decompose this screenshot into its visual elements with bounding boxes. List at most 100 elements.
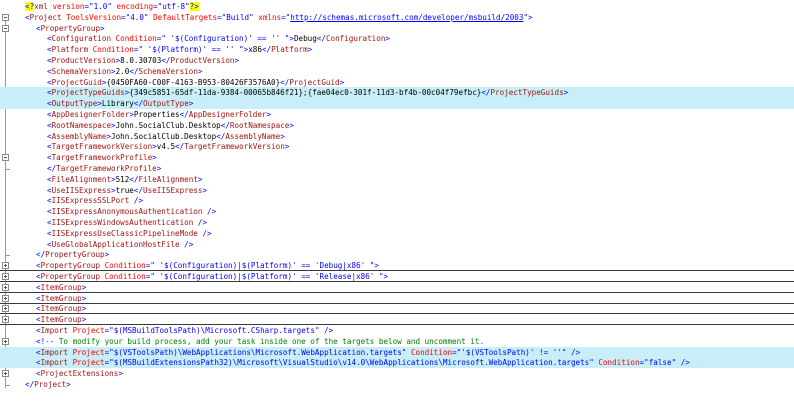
code-line-text: <AppDesignerFolder>Properties</AppDesign…: [47, 109, 271, 120]
token-tag: xml: [34, 2, 53, 11]
token-bracket: ": [143, 12, 154, 22]
code-line[interactable]: <IISExpressAnonymousAuthentication />: [0, 206, 794, 217]
token-bracket: >: [385, 34, 390, 44]
code-line[interactable]: <SchemaVersion>2.0</SchemaVersion>: [0, 66, 794, 77]
token-bracket: ": [107, 2, 117, 11]
token-link[interactable]: http://schemas.microsoft.com/developer/m…: [290, 13, 523, 22]
token-bracket: </: [133, 185, 144, 195]
token-bracket: ">: [369, 261, 379, 271]
token-tag: IISExpressAnonymousAuthentication: [51, 207, 208, 217]
xml-code-editor[interactable]: <?xml version="1.0" encoding="utf-8"?> <P…: [0, 0, 794, 413]
code-line[interactable]: <Platform Condition=" '$(Platform)' == '…: [0, 44, 794, 55]
token-bracket: </: [220, 120, 230, 130]
code-line[interactable]: <ItemGroup>: [0, 293, 794, 304]
token-tag: OutputType: [143, 99, 189, 109]
code-line-text: <PropertyGroup Condition=" '$(Configurat…: [36, 260, 379, 271]
token-bracket: =": [452, 347, 462, 357]
token-bracket: />: [184, 239, 194, 249]
token-bracket: </: [25, 380, 35, 389]
code-line[interactable]: <UseGlobalApplicationHostFile />: [0, 239, 794, 250]
token-bracket: =": [217, 12, 227, 22]
code-line[interactable]: <FileAlignment>512</FileAlignment>: [0, 174, 794, 185]
token-tag: IISExpressUseClassicPipelineMode: [51, 228, 203, 238]
token-val: $(MSBuildExtensionsPath32)\Microsoft\Vis…: [113, 358, 590, 368]
code-line[interactable]: <PropertyGroup Condition=" '$(Configurat…: [0, 260, 794, 272]
token-attr: Condition: [598, 358, 640, 368]
code-line[interactable]: <PropertyGroup>: [0, 23, 794, 34]
token-attr: Condition: [115, 34, 157, 44]
token-tag: ItemGroup: [40, 282, 82, 292]
token-bracket: >: [289, 120, 294, 130]
code-line[interactable]: <ItemGroup>: [0, 282, 794, 293]
token-pi: ?>: [189, 2, 199, 11]
code-line[interactable]: <Configuration Condition=" '$(Configurat…: [0, 33, 794, 44]
token-bracket: =": [145, 261, 155, 271]
token-bracket: </: [481, 88, 491, 98]
code-line[interactable]: <ProjectTypeGuids>{349c5851-65df-11da-93…: [0, 87, 794, 99]
code-line[interactable]: </TargetFrameworkProfile>: [0, 163, 794, 174]
code-line[interactable]: <AssemblyName>John.SocialClub.Desktop</A…: [0, 131, 794, 142]
token-bracket: ">: [284, 34, 294, 44]
code-line-text: </Project>: [25, 379, 71, 390]
token-val: '$(Configuration)|$(Platform)' == 'Debug…: [154, 261, 370, 271]
token-bracket: =": [84, 2, 94, 11]
code-line[interactable]: <AppDesignerFolder>Properties</AppDesign…: [0, 109, 794, 120]
code-line-text: <?xml version="1.0" encoding="utf-8"?>: [25, 1, 199, 12]
code-line[interactable]: </PropertyGroup>: [0, 249, 794, 260]
token-attr: DefaultTargets: [153, 12, 218, 22]
token-tag: ProductVersion: [170, 56, 235, 65]
token-bracket: " />: [561, 347, 581, 357]
token-bracket: ": [249, 12, 259, 22]
code-line-text: <Import Project="$(MSBuildToolsPath)\Mic…: [36, 325, 333, 336]
token-text: 8.0.30703: [120, 56, 162, 65]
code-line[interactable]: <?xml version="1.0" encoding="utf-8"?>: [0, 1, 794, 12]
code-line-text: <UseGlobalApplicationHostFile />: [47, 239, 193, 250]
code-line[interactable]: <PropertyGroup Condition=" '$(Configurat…: [0, 271, 794, 282]
token-tag: AppDesignerFolder: [51, 110, 130, 119]
token-bracket: =": [104, 347, 114, 357]
token-bracket: >: [100, 23, 105, 33]
token-bracket: >: [156, 164, 162, 173]
token-tag: TargetFrameworkProfile: [51, 153, 153, 163]
code-line[interactable]: <Project ToolsVersion="4.0" DefaultTarge…: [0, 12, 794, 23]
code-line[interactable]: <Import Project="$(MSBuildToolsPath)\Mic…: [0, 325, 794, 336]
code-line[interactable]: <ProductVersion>8.0.30703</ProductVersio…: [0, 55, 794, 66]
token-bracket: =": [153, 2, 163, 11]
code-line[interactable]: <IISExpressWindowsAuthentication />: [0, 217, 794, 228]
code-line[interactable]: <IISExpressSSLPort />: [0, 195, 794, 206]
token-val: Build: [226, 12, 250, 22]
code-line[interactable]: <ItemGroup>: [0, 314, 794, 326]
code-line[interactable]: <RootNamespace>John.SocialClub.Desktop</…: [0, 120, 794, 131]
token-bracket: </: [175, 142, 185, 152]
token-comment: To modify your build process, add your t…: [58, 336, 485, 346]
code-line[interactable]: <Import Project="$(VSToolsPath)\WebAppli…: [0, 346, 794, 358]
token-bracket: =": [133, 45, 144, 55]
code-line[interactable]: <ProjectGuid>{0450FA60-C00F-4163-B953-80…: [0, 77, 794, 88]
code-line[interactable]: <!-- To modify your build process, add y…: [0, 336, 794, 347]
token-tag: TargetFrameworkVersion: [51, 142, 153, 152]
token-tag: IISExpressSSLPort: [51, 196, 134, 206]
code-line[interactable]: <UseIISExpress>true</UseIISExpress>: [0, 185, 794, 196]
token-tag: PropertyGroup: [40, 272, 105, 281]
code-line-text: <ProductVersion>8.0.30703</ProductVersio…: [47, 55, 239, 66]
token-val: 1.0: [93, 2, 108, 11]
code-line[interactable]: <TargetFrameworkVersion>v4.5</TargetFram…: [0, 141, 794, 152]
code-line[interactable]: <IISExpressUseClassicPipelineMode />: [0, 228, 794, 239]
code-line[interactable]: <TargetFrameworkProfile>: [0, 152, 794, 163]
code-line[interactable]: </Project>: [0, 379, 794, 390]
code-line[interactable]: <OutputType>Library</OutputType>: [0, 98, 794, 110]
token-tag: ProjectTypeGuids: [490, 88, 564, 98]
code-line[interactable]: <ProjectExtensions>: [0, 368, 794, 379]
code-line[interactable]: <ItemGroup>: [0, 303, 794, 315]
token-bracket: ">: [523, 12, 533, 22]
token-bracket: >: [81, 304, 87, 314]
code-line-text: <IISExpressWindowsAuthentication />: [47, 217, 207, 228]
token-tag: ProjectExtensions: [40, 369, 119, 379]
code-line-text: </PropertyGroup>: [36, 249, 109, 260]
token-bracket: >: [197, 66, 203, 76]
token-text: true: [115, 185, 134, 195]
code-line[interactable]: <Import Project="$(MSBuildExtensionsPath…: [0, 357, 794, 369]
code-line-text: <ItemGroup>: [36, 293, 86, 304]
token-bracket: ">: [239, 45, 249, 55]
token-pi: <?: [25, 2, 35, 11]
